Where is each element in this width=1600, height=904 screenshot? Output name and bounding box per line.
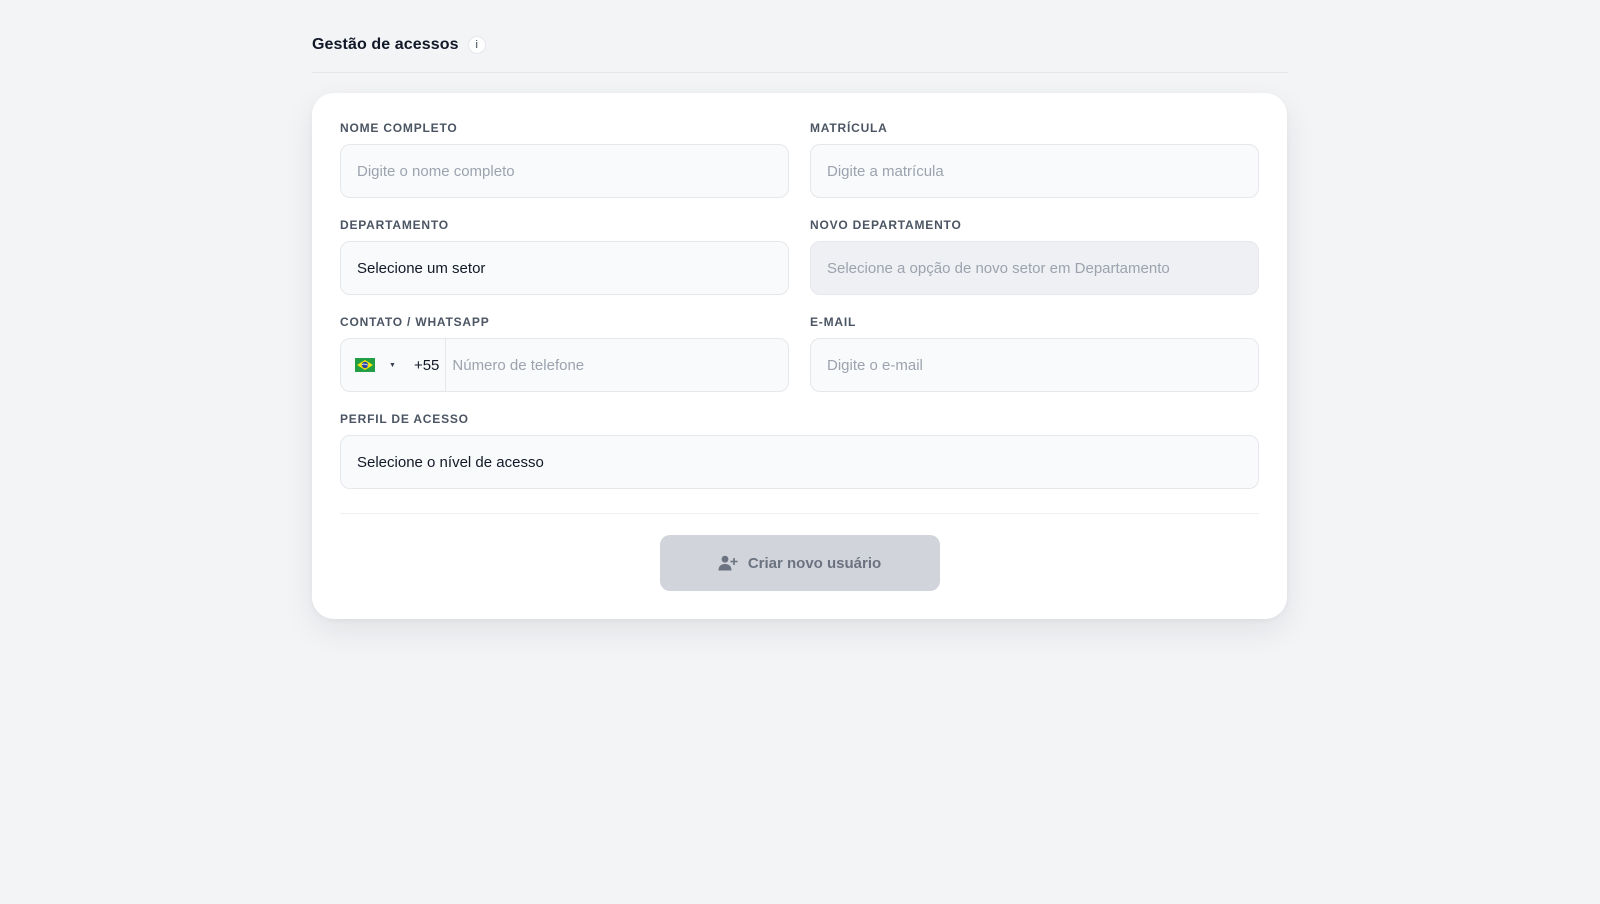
departamento-selected-value: Selecione um setor bbox=[357, 259, 486, 277]
form-actions: Criar novo usuário bbox=[340, 535, 1259, 591]
dial-code: +55 bbox=[413, 356, 440, 374]
email-label: E-MAIL bbox=[810, 315, 857, 329]
create-user-button[interactable]: Criar novo usuário bbox=[659, 535, 940, 591]
contato-label: CONTATO / WHATSAPP bbox=[340, 315, 490, 329]
user-plus-icon bbox=[718, 555, 738, 571]
nome-completo-input[interactable]: Digite o nome completo bbox=[340, 144, 789, 198]
phone-placeholder: Número de telefone bbox=[452, 356, 585, 374]
form-grid: NOME COMPLETO Digite o nome completo MAT… bbox=[340, 121, 1259, 489]
phone-number-input[interactable]: Número de telefone bbox=[446, 357, 584, 374]
nome-completo-placeholder: Digite o nome completo bbox=[357, 162, 515, 180]
novo-departamento-input: Selecione a opção de novo setor em Depar… bbox=[810, 241, 1259, 295]
form-divider bbox=[340, 513, 1259, 514]
phone-field: ▼ +55 Número de telefone bbox=[340, 338, 789, 392]
brazil-flag-icon bbox=[355, 358, 375, 372]
page-header: Gestão de acessos i bbox=[312, 34, 1288, 73]
departamento-select[interactable]: Selecione um setor bbox=[340, 241, 789, 295]
novo-departamento-placeholder: Selecione a opção de novo setor em Depar… bbox=[827, 259, 1170, 277]
field-departamento: DEPARTAMENTO Selecione um setor bbox=[340, 218, 789, 295]
country-selector[interactable]: ▼ +55 bbox=[341, 339, 439, 391]
novo-departamento-label: NOVO DEPARTAMENTO bbox=[810, 218, 962, 232]
chevron-down-icon: ▼ bbox=[389, 361, 396, 369]
email-placeholder: Digite o e-mail bbox=[827, 356, 923, 374]
departamento-label: DEPARTAMENTO bbox=[340, 218, 449, 232]
matricula-input[interactable]: Digite a matrícula bbox=[810, 144, 1259, 198]
user-form-card: NOME COMPLETO Digite o nome completo MAT… bbox=[312, 93, 1287, 619]
info-icon[interactable]: i bbox=[467, 36, 486, 54]
field-matricula: MATRÍCULA Digite a matrícula bbox=[810, 121, 1259, 198]
field-email: E-MAIL Digite o e-mail bbox=[810, 315, 1259, 392]
page-title: Gestão de acessos bbox=[312, 36, 459, 53]
email-input[interactable]: Digite o e-mail bbox=[810, 338, 1259, 392]
field-novo-departamento: NOVO DEPARTAMENTO Selecione a opção de n… bbox=[810, 218, 1259, 295]
perfil-acesso-selected-value: Selecione o nível de acesso bbox=[357, 453, 544, 471]
matricula-label: MATRÍCULA bbox=[810, 121, 888, 135]
field-perfil-acesso: PERFIL DE ACESSO Selecione o nível de ac… bbox=[340, 412, 1259, 489]
field-contato: CONTATO / WHATSAPP ▼ +55 Número de telef… bbox=[340, 315, 789, 392]
field-nome-completo: NOME COMPLETO Digite o nome completo bbox=[340, 121, 789, 198]
nome-completo-label: NOME COMPLETO bbox=[340, 121, 458, 135]
create-user-label: Criar novo usuário bbox=[747, 554, 882, 572]
perfil-acesso-label: PERFIL DE ACESSO bbox=[340, 412, 469, 426]
page: Gestão de acessos i NOME COMPLETO Digite… bbox=[312, 34, 1288, 619]
matricula-placeholder: Digite a matrícula bbox=[827, 162, 944, 180]
perfil-acesso-select[interactable]: Selecione o nível de acesso bbox=[340, 435, 1259, 489]
